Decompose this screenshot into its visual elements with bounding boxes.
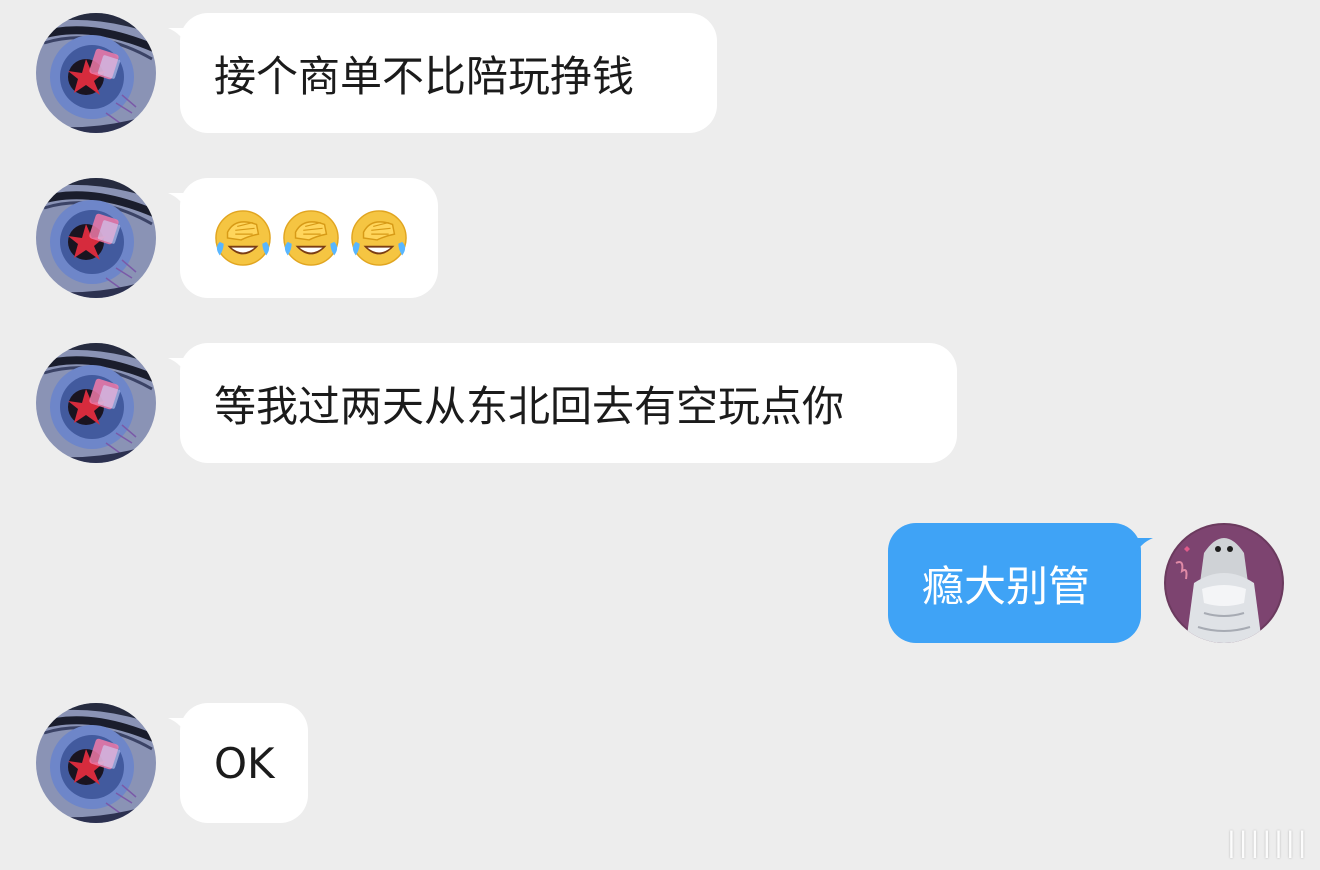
- message-text: OK: [214, 738, 275, 788]
- facepalm-laugh-cry-icon: [350, 209, 408, 267]
- message-text: 接个商单不比陪玩挣钱: [214, 51, 635, 101]
- message-bubble-4[interactable]: 瘾大别管: [888, 523, 1141, 643]
- sender-avatar[interactable]: [36, 343, 156, 463]
- facepalm-laugh-cry-icon: [214, 209, 272, 267]
- sender-avatar[interactable]: [36, 13, 156, 133]
- bubble-tail: [1135, 538, 1153, 556]
- emoji-row: [214, 209, 408, 267]
- message-bubble-1[interactable]: 接个商单不比陪玩挣钱: [180, 13, 717, 133]
- self-avatar[interactable]: [1164, 523, 1284, 643]
- facepalm-laugh-cry-icon: [282, 209, 340, 267]
- message-bubble-3[interactable]: 等我过两天从东北回去有空玩点你: [180, 343, 957, 463]
- sender-avatar[interactable]: [36, 178, 156, 298]
- sender-avatar[interactable]: [36, 703, 156, 823]
- message-text: 瘾大别管: [922, 561, 1091, 611]
- message-bubble-2[interactable]: [180, 178, 438, 298]
- message-text: 等我过两天从东北回去有空玩点你: [214, 381, 845, 431]
- message-bubble-5[interactable]: OK: [180, 703, 308, 823]
- platform-watermark: |||||||: [1227, 826, 1310, 859]
